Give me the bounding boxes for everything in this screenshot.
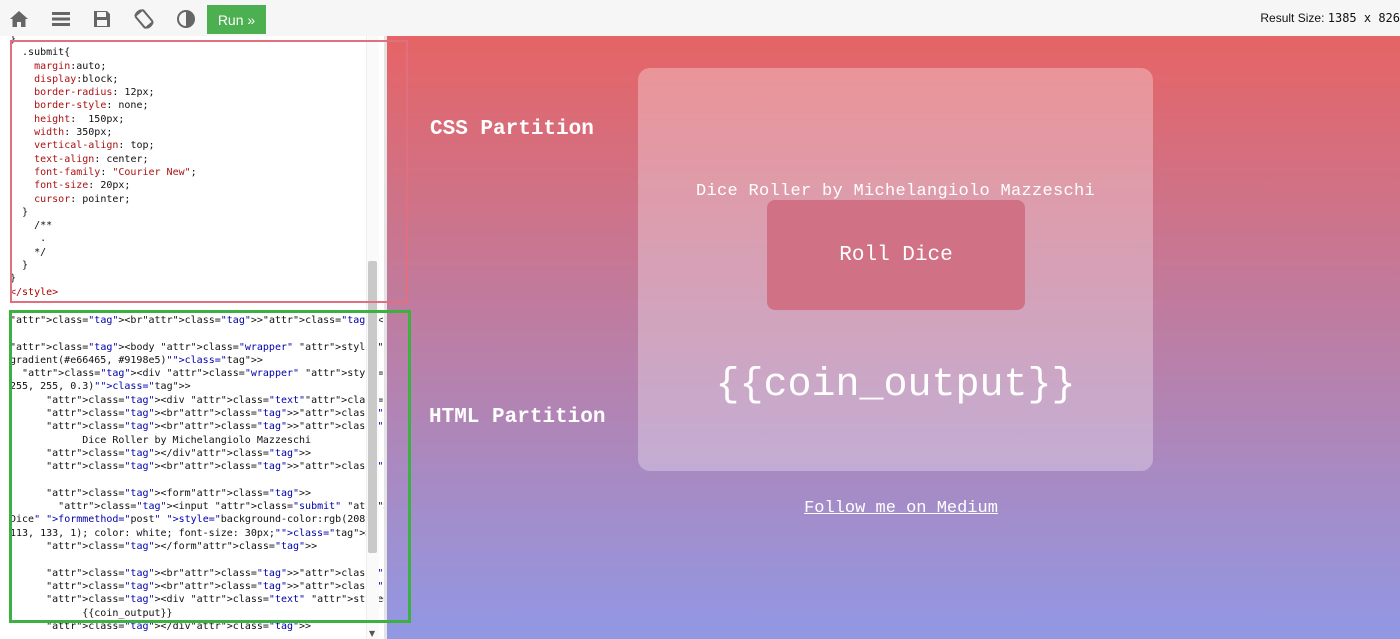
- html-partition-box: [9, 310, 411, 623]
- follow-medium-link[interactable]: Follow me on Medium: [387, 499, 1400, 518]
- css-partition-box: [10, 40, 408, 303]
- result-size-label: Result Size:: [1260, 11, 1325, 25]
- app-title: Dice Roller by Michelangiolo Mazzeschi: [695, 182, 1096, 201]
- wrapper-card: Dice Roller by Michelangiolo Mazzeschi R…: [638, 68, 1153, 471]
- coin-output: {{coin_output}}: [715, 363, 1076, 408]
- toolbar: Run » Result Size: 1385 x 826: [0, 0, 1400, 37]
- run-button[interactable]: Run »: [207, 5, 266, 34]
- css-partition-label: CSS Partition: [430, 118, 594, 141]
- rotate-icon[interactable]: [133, 8, 155, 30]
- roll-dice-button[interactable]: Roll Dice: [767, 200, 1025, 310]
- save-icon[interactable]: [91, 8, 113, 30]
- menu-icon[interactable]: [50, 8, 72, 30]
- result-size: Result Size: 1385 x 826: [1260, 11, 1400, 25]
- html-partition-label: HTML Partition: [429, 406, 606, 429]
- scroll-down-icon[interactable]: ▼: [369, 629, 375, 638]
- home-icon[interactable]: [8, 8, 30, 30]
- result-size-value: 1385 x 826: [1327, 11, 1400, 25]
- contrast-icon[interactable]: [175, 8, 197, 30]
